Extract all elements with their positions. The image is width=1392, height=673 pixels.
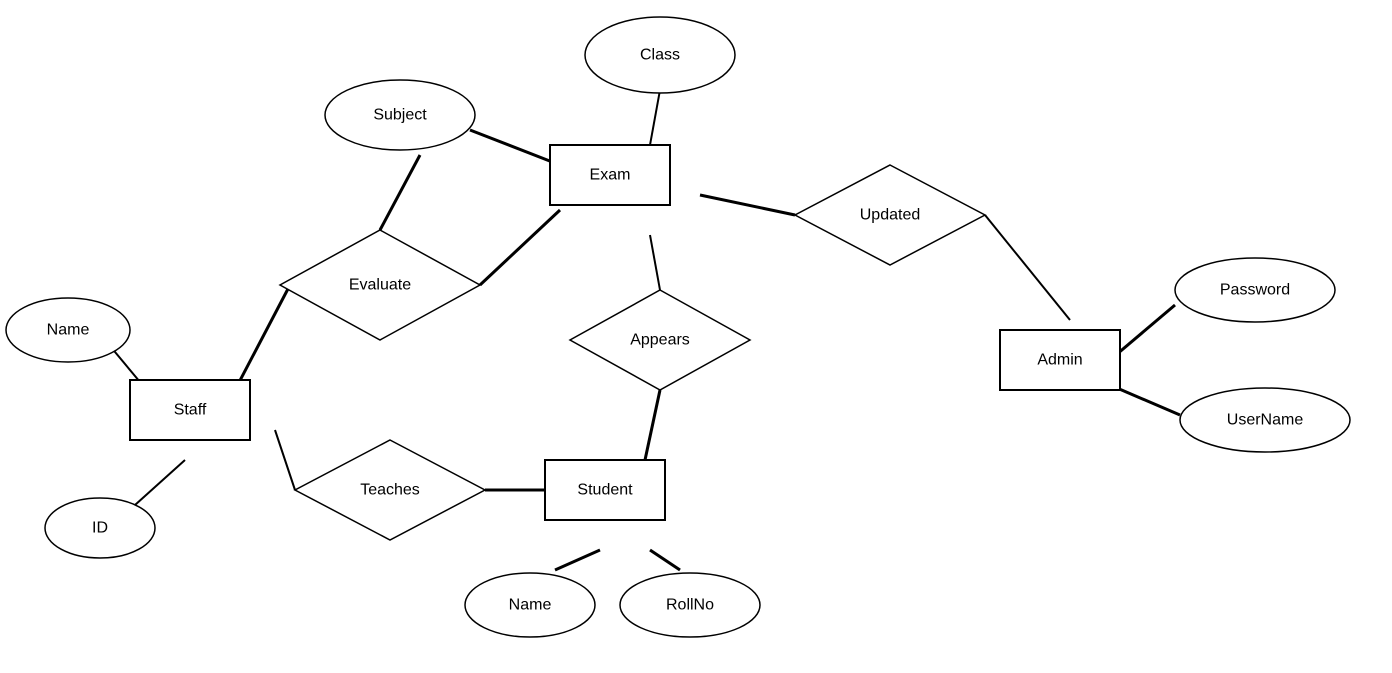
entity-student-label: Student	[577, 482, 633, 499]
line-id-staff	[135, 460, 185, 505]
line-updated-admin	[985, 215, 1070, 320]
relationship-appears-label: Appears	[630, 332, 690, 349]
relationship-teaches-label: Teaches	[360, 482, 420, 499]
line-evaluate-staff	[235, 285, 290, 390]
attr-staff-name-label: Name	[47, 322, 90, 339]
line-student-rollno	[650, 550, 680, 570]
line-staff-teaches	[275, 430, 295, 490]
line-subject-exam	[470, 130, 560, 165]
er-diagram: Evaluate Appears Updated Teaches Exam St…	[0, 0, 1392, 668]
relationship-updated-label: Updated	[860, 207, 921, 224]
line-exam-appears	[650, 235, 660, 290]
line-exam-updated	[700, 195, 795, 215]
attr-admin-password-label: Password	[1220, 282, 1290, 299]
line-appears-student	[645, 390, 660, 460]
relationship-evaluate-label: Evaluate	[349, 277, 411, 294]
line-evaluate-exam	[480, 210, 560, 285]
attr-admin-username-label: UserName	[1227, 412, 1304, 429]
entity-staff-label: Staff	[174, 402, 207, 419]
attr-subject-label: Subject	[373, 107, 427, 124]
entity-admin-label: Admin	[1037, 352, 1082, 369]
line-class-exam	[650, 90, 660, 145]
line-subject-evaluate1	[380, 155, 420, 230]
attr-class-label: Class	[640, 47, 680, 64]
entity-exam-label: Exam	[590, 167, 631, 184]
attr-student-name-label: Name	[509, 597, 552, 614]
attr-student-rollno-label: RollNo	[666, 597, 714, 614]
attr-staff-id-label: ID	[92, 520, 108, 537]
line-student-name	[555, 550, 600, 570]
